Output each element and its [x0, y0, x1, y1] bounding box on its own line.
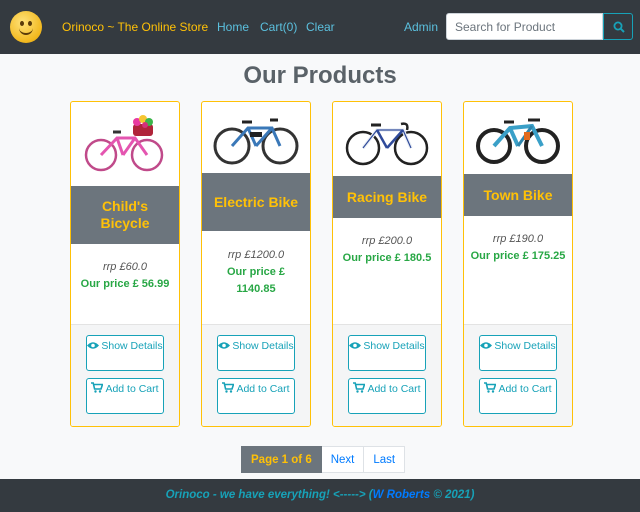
show-details-button[interactable]: Show Details — [348, 335, 426, 371]
add-to-cart-label: Add to Cart — [498, 383, 552, 395]
product-image[interactable] — [464, 110, 572, 170]
nav-home[interactable]: Home — [217, 20, 249, 34]
product-rrp: rrp £1200.0 — [227, 249, 285, 261]
nav-cart[interactable]: Cart(0) — [260, 20, 297, 34]
add-to-cart-button[interactable]: Add to Cart — [86, 378, 164, 414]
card-footer: Show Details Add to Cart — [202, 324, 310, 426]
pagination: Page 1 of 6 Next Last — [241, 446, 406, 473]
search-icon — [613, 21, 625, 33]
show-details-button[interactable]: Show Details — [479, 335, 557, 371]
add-to-cart-button[interactable]: Add to Cart — [217, 378, 295, 414]
brand-link[interactable]: Orinoco ~ The Online Store — [62, 20, 208, 34]
search-button[interactable] — [603, 13, 633, 40]
search-input[interactable] — [446, 13, 603, 40]
add-to-cart-label: Add to Cart — [236, 383, 290, 395]
product-price: Our price £ 1140.85 — [226, 266, 286, 295]
cart-icon — [353, 382, 366, 393]
product-image[interactable] — [71, 110, 179, 180]
product-card: Child's Bicycle rrp £60.0 Our price £ 56… — [70, 101, 180, 427]
add-to-cart-label: Add to Cart — [367, 383, 421, 395]
footer-tagline: Orinoco - we have everything! <-----> ( — [165, 489, 373, 501]
show-details-button[interactable]: Show Details — [86, 335, 164, 371]
product-rrp: rrp £190.0 — [492, 233, 544, 245]
eye-icon — [218, 342, 231, 349]
cart-icon — [222, 382, 235, 393]
show-details-label: Show Details — [363, 340, 425, 352]
footer-author: W Roberts — [372, 489, 431, 501]
product-price: Our price £ 56.99 — [80, 278, 170, 290]
last-page-link[interactable]: Last — [364, 446, 406, 473]
cart-icon — [91, 382, 104, 393]
footer: Orinoco - we have everything! <-----> (W… — [0, 479, 640, 512]
navbar: Orinoco ~ The Online Store Home Cart(0) … — [0, 0, 640, 54]
product-card: Racing Bike rrp £200.0 Our price £ 180.5… — [332, 101, 442, 427]
product-rrp: rrp £60.0 — [102, 261, 148, 273]
card-footer: Show Details Add to Cart — [71, 324, 179, 426]
next-page-link[interactable]: Next — [321, 446, 365, 473]
product-name[interactable]: Child's Bicycle — [71, 186, 179, 244]
add-to-cart-button[interactable]: Add to Cart — [479, 378, 557, 414]
show-details-label: Show Details — [494, 340, 556, 352]
show-details-label: Show Details — [232, 340, 294, 352]
show-details-label: Show Details — [101, 340, 163, 352]
eye-icon — [349, 342, 362, 349]
nav-clear[interactable]: Clear — [306, 20, 335, 34]
product-name[interactable]: Town Bike — [464, 174, 572, 216]
product-price: Our price £ 180.5 — [342, 252, 432, 264]
show-details-button[interactable]: Show Details — [217, 335, 295, 371]
product-image[interactable] — [202, 108, 310, 172]
product-card: Town Bike rrp £190.0 Our price £ 175.25 … — [463, 101, 573, 427]
page-indicator: Page 1 of 6 — [241, 446, 322, 473]
eye-icon — [480, 342, 493, 349]
product-name[interactable]: Racing Bike — [333, 176, 441, 218]
product-image[interactable] — [333, 114, 441, 170]
nav-admin[interactable]: Admin — [404, 20, 438, 34]
card-footer: Show Details Add to Cart — [333, 324, 441, 426]
product-card: Electric Bike rrp £1200.0 Our price £ 11… — [201, 101, 311, 427]
add-to-cart-label: Add to Cart — [105, 383, 159, 395]
cart-icon — [484, 382, 497, 393]
product-name[interactable]: Electric Bike — [202, 173, 310, 231]
eye-icon — [87, 342, 100, 349]
product-price: Our price £ 175.25 — [470, 250, 566, 262]
page-title: Our Products — [243, 62, 397, 89]
product-rrp: rrp £200.0 — [361, 235, 413, 247]
add-to-cart-button[interactable]: Add to Cart — [348, 378, 426, 414]
footer-year: © 2021) — [430, 489, 475, 501]
smiley-logo-icon[interactable] — [10, 11, 42, 43]
card-footer: Show Details Add to Cart — [464, 324, 572, 426]
